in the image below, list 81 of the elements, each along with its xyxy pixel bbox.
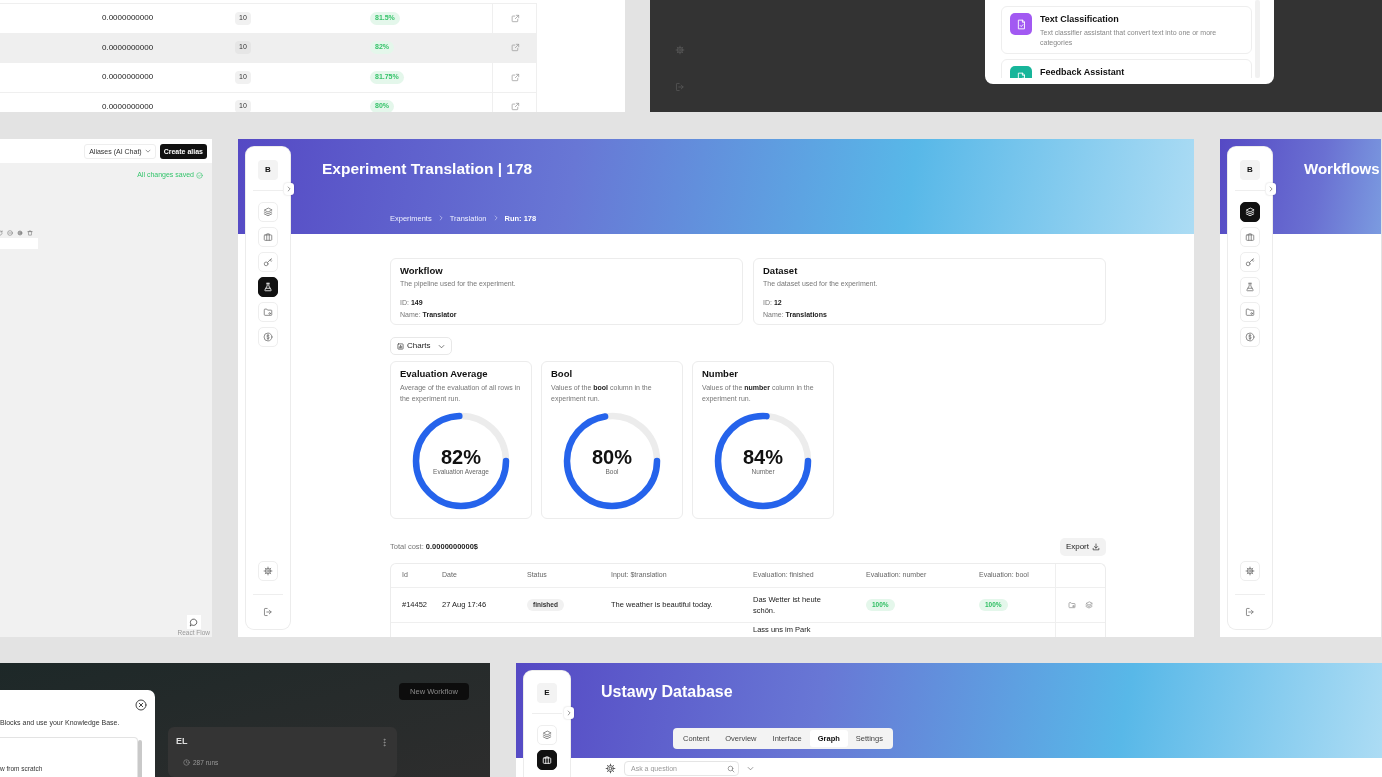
folder-icon[interactable] bbox=[1068, 601, 1076, 609]
nav-button[interactable] bbox=[537, 750, 557, 770]
percent-value: 84% bbox=[743, 445, 783, 468]
expand-button[interactable] bbox=[564, 707, 574, 719]
layers-icon[interactable] bbox=[1085, 601, 1093, 609]
close-icon bbox=[135, 699, 147, 711]
chevron-right-icon bbox=[566, 710, 572, 716]
nav-button[interactable] bbox=[1240, 202, 1260, 222]
coin-icon bbox=[1245, 332, 1255, 342]
search-icon bbox=[727, 764, 735, 773]
download-icon bbox=[1092, 543, 1100, 551]
cost-value: 0.0000000000 bbox=[102, 101, 154, 112]
page-title: Experiment Translation | 178 bbox=[321, 159, 533, 179]
charts-dropdown[interactable]: Charts bbox=[390, 337, 452, 355]
node-card bbox=[0, 237, 38, 249]
template-title: Text Classification bbox=[1040, 14, 1120, 25]
template-title: Feedback Assistant bbox=[1040, 67, 1125, 78]
layers-icon bbox=[1245, 207, 1255, 217]
clock-icon bbox=[183, 759, 190, 767]
chart-icon bbox=[397, 342, 404, 350]
chevron-right-icon bbox=[492, 215, 499, 222]
check-circle-icon bbox=[196, 171, 203, 179]
logout-icon[interactable] bbox=[675, 82, 685, 92]
avatar: E bbox=[537, 683, 557, 703]
settings-icon[interactable] bbox=[605, 763, 616, 774]
coin-icon bbox=[263, 332, 273, 342]
chevron-right-icon bbox=[437, 215, 444, 222]
layers-icon bbox=[542, 730, 552, 740]
expand-button[interactable] bbox=[284, 183, 294, 195]
chevron-down-icon bbox=[144, 148, 151, 154]
close-button[interactable] bbox=[135, 699, 147, 711]
external-link-icon[interactable] bbox=[510, 102, 520, 112]
briefcase-icon bbox=[1245, 232, 1255, 242]
chevron-right-icon bbox=[286, 186, 292, 192]
settings-button[interactable] bbox=[258, 561, 278, 581]
flask-icon bbox=[263, 282, 273, 292]
folder-icon bbox=[263, 307, 273, 317]
card-title: Number bbox=[702, 368, 739, 380]
trash-icon[interactable] bbox=[27, 229, 33, 236]
chevron-down-icon[interactable] bbox=[747, 765, 754, 772]
page-title: Workflows bbox=[1303, 159, 1380, 179]
settings-button[interactable] bbox=[1240, 561, 1260, 581]
export-button[interactable]: Export bbox=[1059, 538, 1106, 556]
external-link-icon[interactable] bbox=[510, 43, 520, 53]
settings-icon bbox=[263, 566, 273, 576]
briefcase-icon bbox=[542, 755, 552, 765]
flask-icon bbox=[1245, 282, 1255, 292]
template-card[interactable]: Feedback Assistant bbox=[1001, 59, 1252, 78]
card-title: Evaluation Average bbox=[400, 368, 489, 380]
card-title: Workflow bbox=[400, 265, 444, 277]
avatar: B bbox=[258, 160, 278, 180]
layers-icon bbox=[263, 207, 273, 217]
chevron-right-icon bbox=[1268, 186, 1274, 192]
briefcase-icon bbox=[263, 232, 273, 242]
cost-value: 0.0000000000 bbox=[102, 13, 154, 24]
page-title: Ustawy Database bbox=[600, 682, 733, 702]
logout-icon bbox=[263, 607, 273, 617]
nav-button[interactable] bbox=[258, 277, 278, 297]
card-title: Bool bbox=[551, 368, 574, 380]
logout-icon bbox=[1245, 607, 1255, 617]
chat-icon bbox=[189, 617, 199, 627]
chat-button[interactable] bbox=[186, 615, 201, 629]
workflow-title: EL bbox=[176, 736, 188, 748]
settings-icon[interactable] bbox=[17, 229, 23, 236]
external-link-icon[interactable] bbox=[510, 13, 520, 23]
chevron-down-icon bbox=[438, 342, 445, 350]
card-title: Dataset bbox=[763, 265, 799, 277]
external-link-icon[interactable] bbox=[510, 72, 520, 82]
kebab-menu-icon[interactable] bbox=[380, 737, 389, 747]
settings-icon bbox=[1245, 566, 1255, 576]
percent-value: 82% bbox=[441, 445, 481, 468]
folder-icon bbox=[1245, 307, 1255, 317]
scrollbar[interactable] bbox=[138, 739, 142, 777]
cost-value: 0.0000000000 bbox=[102, 72, 154, 83]
percent-value: 80% bbox=[592, 445, 632, 468]
avatar: B bbox=[1240, 160, 1260, 180]
cost-value: 0.0000000000 bbox=[102, 42, 154, 53]
minus-circle-icon[interactable] bbox=[7, 229, 13, 236]
key-icon bbox=[1245, 257, 1255, 267]
key-icon bbox=[263, 257, 273, 267]
expand-button[interactable] bbox=[1266, 183, 1276, 195]
